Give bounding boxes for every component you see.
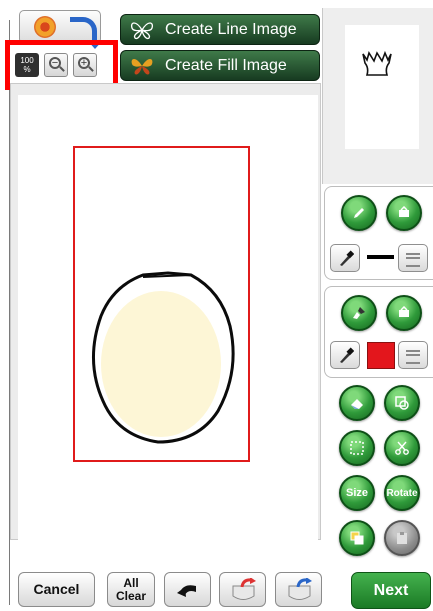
clipboard-icon xyxy=(397,532,407,544)
line-style-icon xyxy=(406,253,420,267)
undo-icon xyxy=(177,585,196,597)
pocket-in-icon xyxy=(288,578,312,600)
size-label: Size xyxy=(345,487,368,499)
create-fill-image-button[interactable]: Create Fill Image xyxy=(120,50,320,81)
load-from-pocket-button[interactable] xyxy=(219,572,266,607)
eyedropper-icon xyxy=(340,250,354,266)
preview-thumbnail xyxy=(345,25,419,149)
eyedropper-icon xyxy=(340,347,354,363)
fill-color-swatch[interactable] xyxy=(367,342,395,369)
pocket-out-icon xyxy=(232,578,256,600)
eraser-icon xyxy=(351,399,363,409)
arrow-icon xyxy=(70,17,103,49)
eraser-button[interactable] xyxy=(339,385,375,421)
next-button[interactable]: Next xyxy=(351,572,431,609)
copy-icon xyxy=(350,531,364,545)
undo-button[interactable] xyxy=(164,572,211,607)
rotate-button[interactable]: Rotate xyxy=(384,475,420,511)
cancel-button[interactable]: Cancel xyxy=(18,572,95,607)
line-color-bar xyxy=(367,255,394,259)
pencil-icon xyxy=(354,208,364,218)
cut-button[interactable] xyxy=(384,430,420,466)
scissors-icon xyxy=(395,441,409,455)
butterfly-color-icon xyxy=(131,59,153,75)
save-to-pocket-button[interactable] xyxy=(275,572,322,607)
line-properties-icon xyxy=(399,206,409,217)
fill-properties-button[interactable] xyxy=(386,295,422,331)
select-area-button[interactable] xyxy=(384,385,420,421)
cancel-label: Cancel xyxy=(33,581,80,597)
size-button[interactable]: Size xyxy=(339,475,375,511)
paint-brush-icon xyxy=(353,307,365,319)
fill-eyedropper-button[interactable] xyxy=(330,341,360,369)
all-clear-button[interactable]: All Clear xyxy=(107,572,155,607)
line-eyedropper-button[interactable] xyxy=(330,244,360,272)
rectangle-select-button[interactable] xyxy=(339,430,375,466)
create-line-image-button[interactable]: Create Line Image xyxy=(120,14,320,45)
line-properties-button[interactable] xyxy=(386,195,422,231)
paste-button[interactable] xyxy=(384,520,420,556)
select-area-icon xyxy=(395,396,409,410)
all-clear-label-line2: Clear xyxy=(115,589,147,603)
butterfly-outline-icon xyxy=(130,22,154,40)
line-style-button[interactable] xyxy=(398,244,428,272)
line-color-swatch[interactable] xyxy=(367,255,394,259)
line-pencil-button[interactable] xyxy=(341,195,377,231)
import-image-button[interactable] xyxy=(19,10,103,49)
rectangle-select-icon xyxy=(350,441,364,455)
fill-brush-button[interactable] xyxy=(341,295,377,331)
copy-button[interactable] xyxy=(339,520,375,556)
create-line-image-label: Create Line Image xyxy=(165,21,297,38)
fill-style-icon xyxy=(406,350,420,364)
fill-style-button[interactable] xyxy=(398,341,428,369)
next-label: Next xyxy=(373,582,409,599)
flower-icon xyxy=(34,16,56,38)
fill-properties-icon xyxy=(399,306,409,317)
create-fill-image-label: Create Fill Image xyxy=(165,57,287,74)
rotate-label: Rotate xyxy=(386,488,418,499)
drawing-oval[interactable] xyxy=(73,146,250,462)
